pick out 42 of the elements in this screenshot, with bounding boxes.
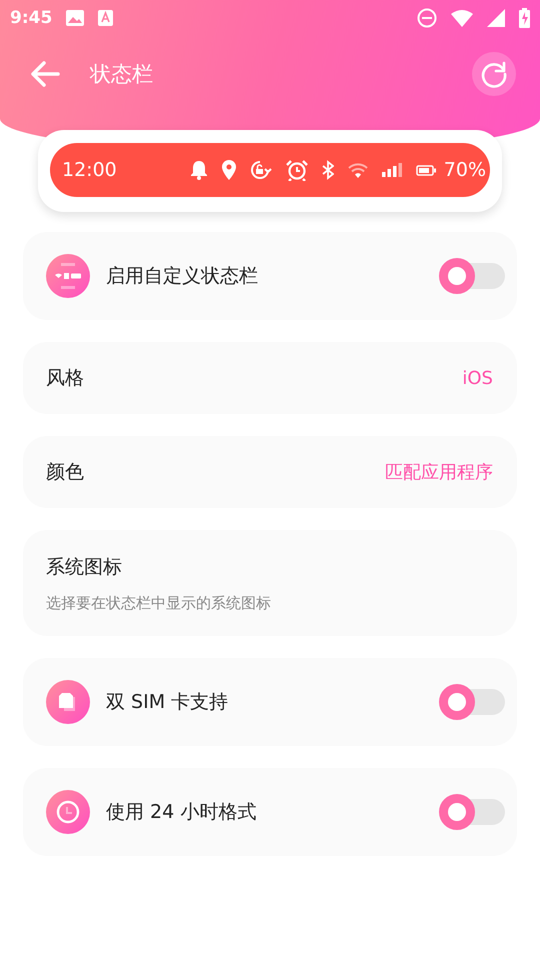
- toggle-switch[interactable]: [439, 684, 505, 720]
- setting-card[interactable]: 启用自定义状态栏: [23, 232, 517, 320]
- toggle-switch[interactable]: [439, 258, 505, 294]
- setting-card[interactable]: 颜色 匹配应用程序: [23, 436, 517, 508]
- sim-card-icon: [46, 680, 90, 724]
- setting-label: 使用 24 小时格式: [106, 800, 258, 825]
- location-pin-icon: [222, 160, 236, 180]
- status-bar-icon: [46, 254, 90, 298]
- preview-time: 12:00: [62, 159, 117, 181]
- toggle-switch[interactable]: [439, 794, 505, 830]
- wifi-icon: [348, 162, 368, 178]
- setting-card[interactable]: 使用 24 小时格式: [23, 768, 517, 856]
- clock-icon: [46, 790, 90, 834]
- wifi-icon: [451, 10, 473, 26]
- setting-label: 系统图标: [46, 554, 122, 580]
- setting-label: 启用自定义状态栏: [106, 264, 259, 289]
- bell-icon: [190, 160, 208, 180]
- font-icon: [98, 10, 114, 26]
- refresh-icon: [480, 60, 508, 88]
- setting-card[interactable]: 双 SIM 卡支持: [23, 658, 517, 746]
- back-arrow-icon: [30, 61, 60, 87]
- setting-card[interactable]: 风格 iOS: [23, 342, 517, 414]
- bluetooth-icon: [322, 160, 334, 180]
- signal-bars-icon: [382, 163, 402, 177]
- refresh-button[interactable]: [472, 52, 516, 96]
- do-not-disturb-icon: [417, 8, 437, 28]
- battery-icon: [416, 164, 436, 176]
- setting-card[interactable]: 系统图标 选择要在状态栏中显示的系统图标: [23, 530, 517, 636]
- screen-title: 状态栏: [90, 61, 153, 88]
- setting-label: 颜色: [46, 460, 85, 485]
- battery-percentage: 70%: [444, 159, 486, 181]
- setting-value: 匹配应用程序: [385, 461, 494, 484]
- setting-label: 风格: [46, 366, 85, 391]
- image-icon: [66, 10, 84, 26]
- rotation-lock-icon: [250, 160, 272, 180]
- signal-icon: [487, 9, 505, 27]
- clock-time: 9:45: [10, 8, 52, 28]
- setting-description: 选择要在状态栏中显示的系统图标: [46, 594, 271, 612]
- alarm-clock-icon: [286, 160, 308, 180]
- setting-value: iOS: [462, 368, 494, 388]
- battery-charging-icon: [519, 8, 530, 28]
- setting-label: 双 SIM 卡支持: [106, 690, 230, 715]
